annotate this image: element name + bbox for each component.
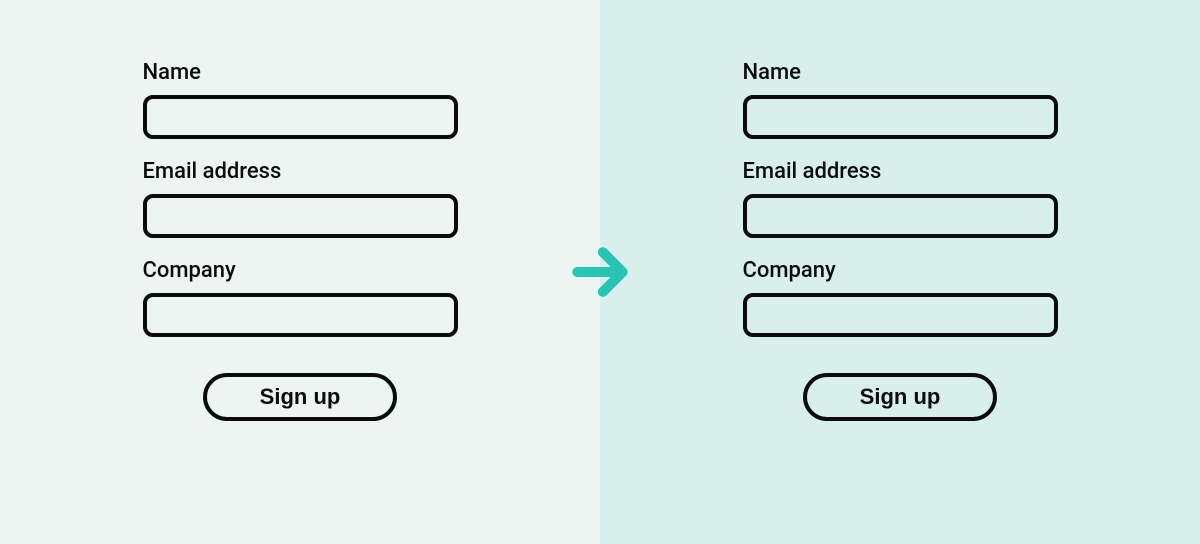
field-group-company: Company [143, 258, 458, 337]
field-group-email: Email address [743, 159, 1058, 238]
company-input[interactable] [143, 293, 458, 337]
company-input[interactable] [743, 293, 1058, 337]
field-group-name: Name [743, 60, 1058, 139]
name-input[interactable] [143, 95, 458, 139]
panel-after: Name Email address Company Sign up [600, 0, 1200, 544]
company-label: Company [743, 258, 1058, 283]
signup-button[interactable]: Sign up [803, 373, 997, 421]
email-label: Email address [743, 159, 1058, 184]
signup-form-right: Name Email address Company Sign up [743, 60, 1058, 421]
name-input[interactable] [743, 95, 1058, 139]
field-group-email: Email address [143, 159, 458, 238]
signup-button[interactable]: Sign up [203, 373, 397, 421]
email-input[interactable] [743, 194, 1058, 238]
panel-before: Name Email address Company Sign up [0, 0, 600, 544]
field-group-name: Name [143, 60, 458, 139]
signup-form-left: Name Email address Company Sign up [143, 60, 458, 421]
company-label: Company [143, 258, 458, 283]
field-group-company: Company [743, 258, 1058, 337]
button-wrap: Sign up [743, 373, 1058, 421]
email-label: Email address [143, 159, 458, 184]
arrow-right-icon [566, 238, 634, 306]
button-wrap: Sign up [143, 373, 458, 421]
email-input[interactable] [143, 194, 458, 238]
name-label: Name [143, 60, 458, 85]
name-label: Name [743, 60, 1058, 85]
